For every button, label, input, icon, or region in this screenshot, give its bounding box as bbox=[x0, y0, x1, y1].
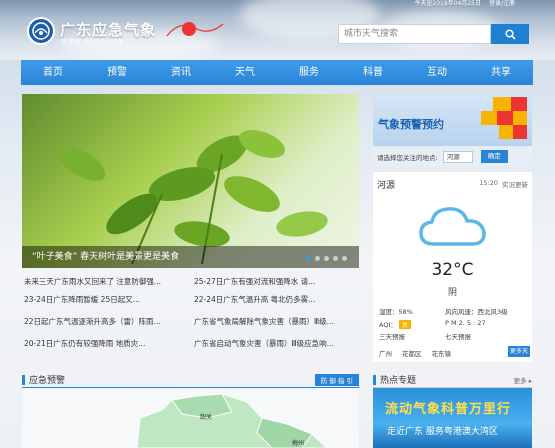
city-tab-huadu[interactable]: 花都区 bbox=[402, 348, 422, 358]
warning-subscribe-banner[interactable]: 气象预警预约 bbox=[373, 94, 532, 146]
warning-section-header: 应急预警 防 御 指 引 bbox=[22, 372, 359, 388]
map-label-shaoguan: 韶关 bbox=[200, 414, 213, 421]
warning-signs-icon bbox=[481, 97, 527, 139]
location-select-label: 请选择您关注的地点: bbox=[377, 153, 438, 162]
city-tab-huadong[interactable]: 花东镇 bbox=[432, 348, 452, 358]
news-item[interactable]: 25-27日广东有强对流和强降水 请... bbox=[192, 273, 362, 290]
news-row: 23-24日广东降雨暂缓 25日起又... 22-24日广东气温升高 粤北仍多雾… bbox=[22, 291, 362, 308]
topic-more-link[interactable]: 更多 ▸ bbox=[514, 375, 532, 385]
defense-guide-tab[interactable]: 防 御 指 引 bbox=[314, 373, 359, 386]
news-item[interactable]: 22-24日广东气温升高 粤北仍多雾... bbox=[192, 291, 362, 308]
login-register-link[interactable]: 登录/注册 bbox=[489, 0, 515, 8]
cloudy-icon bbox=[419, 207, 486, 246]
feature-slider[interactable]: “叶子美食” 春天树叶是美景更是美食 bbox=[22, 94, 359, 268]
nav-item-warning[interactable]: 预警 bbox=[85, 60, 149, 85]
nav-item-service[interactable]: 服务 bbox=[277, 60, 341, 85]
topic-banner[interactable]: 流动气象科普万里行 走近广东 服务粤港澳大湾区 bbox=[373, 388, 532, 448]
humidity-value: 湿度：58% bbox=[379, 308, 413, 316]
nav-item-share[interactable]: 共享 bbox=[469, 60, 533, 85]
topic-subline: 走近广东 服务粤港澳大湾区 bbox=[387, 427, 498, 437]
news-item[interactable]: 广东省气象局解除气象灾害（暴雨）Ⅲ级... bbox=[192, 313, 362, 330]
topic-headline: 流动气象科普万里行 bbox=[385, 402, 512, 417]
weather-time: 15:20 bbox=[479, 179, 498, 187]
search-button[interactable] bbox=[491, 24, 529, 44]
nav-item-weather[interactable]: 天气 bbox=[213, 60, 277, 85]
slider-dot[interactable] bbox=[324, 256, 329, 261]
slider-dot[interactable] bbox=[342, 256, 347, 261]
news-list: 未来三天广东雨水又回来了 注意防御强... 25-27日广东有强对流和强降水 请… bbox=[22, 273, 362, 353]
seven-day-forecast-link[interactable]: 七天预报 bbox=[445, 331, 471, 341]
news-row: 未来三天广东雨水又回来了 注意防御强... 25-27日广东有强对流和强降水 请… bbox=[22, 273, 362, 290]
site-title[interactable]: 广东应急气象 bbox=[60, 19, 156, 40]
location-select[interactable]: 河源 bbox=[442, 150, 473, 163]
nav-item-interact[interactable]: 互动 bbox=[405, 60, 469, 85]
site-url: WWW.GD121.CN bbox=[61, 38, 124, 45]
warning-section-title[interactable]: 应急预警 bbox=[29, 373, 65, 386]
news-item[interactable]: 23-24日广东降雨暂缓 25日起又... bbox=[22, 291, 192, 308]
aqi-badge: 良 bbox=[398, 320, 411, 329]
three-day-forecast-link[interactable]: 三天预报 bbox=[379, 331, 405, 341]
warning-subscribe-title: 气象预警预约 bbox=[378, 118, 444, 131]
news-item[interactable]: 20-21日广东仍有较强降雨 地质灾... bbox=[22, 335, 192, 352]
confirm-button[interactable]: 确定 bbox=[480, 150, 508, 163]
news-item[interactable]: 未来三天广东雨水又回来了 注意防御强... bbox=[22, 273, 192, 290]
guangdong-warning-map[interactable]: 韶关 梅州 bbox=[22, 388, 359, 448]
city-tabs: 广州 花都区 花东镇 bbox=[379, 348, 451, 358]
nav-item-science[interactable]: 科普 bbox=[341, 60, 405, 85]
search-icon bbox=[504, 28, 516, 40]
current-date: 今天是2019年04月25日 bbox=[414, 0, 481, 7]
nav-item-news[interactable]: 资讯 bbox=[149, 60, 213, 85]
section-bar bbox=[373, 374, 376, 385]
slogan-badge bbox=[166, 22, 224, 37]
slider-dot[interactable] bbox=[333, 256, 338, 261]
topic-section-title[interactable]: 热点专题 bbox=[380, 373, 416, 386]
aqi-label: AQI： bbox=[379, 321, 397, 329]
section-bar bbox=[22, 374, 25, 385]
weather-card: 河源 15:20 实况更新 32°C 阴 湿度：58% 风向风速：西北风3级 A… bbox=[373, 172, 532, 366]
warning-location-selector: 请选择您关注的地点: 河源 确定 bbox=[373, 147, 532, 166]
slider-dots bbox=[306, 256, 347, 261]
pm25-value: P M 2. 5 : 27 bbox=[445, 319, 486, 327]
weather-condition: 阴 bbox=[447, 288, 457, 298]
topic-section-header: 热点专题 更多 ▸ bbox=[373, 372, 532, 388]
news-item[interactable]: 22日起广东气温逐渐升高多（雷）阵雨... bbox=[22, 313, 192, 330]
site-logo-icon[interactable] bbox=[27, 17, 55, 45]
slider-dot[interactable] bbox=[306, 256, 311, 261]
wind-value: 风向风速：西北风3级 bbox=[445, 308, 508, 316]
main-nav: 首页 预警 资讯 天气 服务 科普 互动 共享 bbox=[21, 60, 533, 85]
province-map bbox=[136, 393, 328, 448]
news-item[interactable]: 广东省启动气象灾害（暴雨）Ⅲ级应急响... bbox=[192, 335, 362, 352]
slider-dot[interactable] bbox=[315, 256, 320, 261]
more-weather-button[interactable]: 更多天气 bbox=[508, 346, 530, 366]
city-tab-guangzhou[interactable]: 广州 bbox=[379, 348, 392, 358]
news-row: 20-21日广东仍有较强降雨 地质灾... 广东省启动气象灾害（暴雨）Ⅲ级应急响… bbox=[22, 335, 362, 352]
top-info-bar: 今天是2019年04月25日 登录/注册 bbox=[414, 0, 515, 8]
leaves-image bbox=[58, 130, 328, 265]
map-label-meizhou: 梅州 bbox=[292, 440, 305, 447]
city-weather-search-input[interactable]: 城市天气搜索 bbox=[338, 24, 491, 44]
weather-city: 河源 bbox=[377, 181, 396, 191]
weather-live-update[interactable]: 实况更新 bbox=[502, 179, 528, 189]
aqi-row: AQI：良 bbox=[379, 319, 411, 329]
nav-item-home[interactable]: 首页 bbox=[21, 60, 85, 85]
weather-temperature: 32°C bbox=[431, 260, 474, 280]
news-row: 22日起广东气温逐渐升高多（雷）阵雨... 广东省气象局解除气象灾害（暴雨）Ⅲ级… bbox=[22, 313, 362, 330]
